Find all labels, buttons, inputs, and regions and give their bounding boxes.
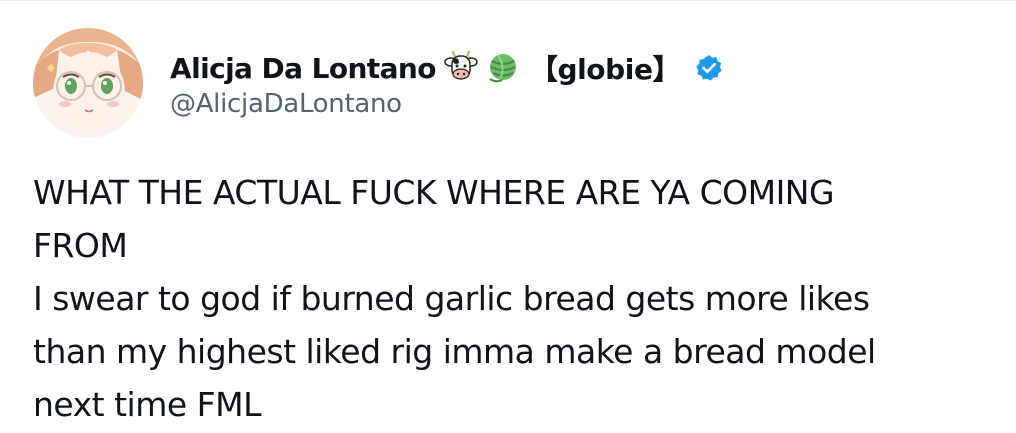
avatar[interactable] (33, 28, 143, 138)
verified-badge-icon (694, 53, 724, 83)
tweet-card[interactable]: Alicja Da Lontano 【globie】 @AlicjaDaLont… (0, 0, 1016, 433)
author-name-row[interactable]: Alicja Da Lontano 【globie】 (170, 47, 724, 89)
yarn-ball-icon (486, 51, 520, 85)
display-name[interactable]: Alicja Da Lontano (170, 52, 436, 85)
author-handle[interactable]: @AlicjaDaLontano (170, 89, 402, 119)
tweet-text-line: I swear to god if burned garlic bread ge… (33, 279, 870, 318)
tweet-text: WHAT THE ACTUAL FUCK WHERE ARE YA COMING… (33, 166, 993, 431)
tweet-text-line: next time FML (33, 385, 261, 424)
name-tag: 【globie】 (529, 53, 681, 86)
cow-face-icon (444, 51, 478, 85)
tweet-text-line: than my highest liked rig imma make a br… (33, 332, 876, 371)
tweet-text-line: FROM (33, 226, 128, 265)
tweet-text-line: WHAT THE ACTUAL FUCK WHERE ARE YA COMING (33, 173, 835, 212)
